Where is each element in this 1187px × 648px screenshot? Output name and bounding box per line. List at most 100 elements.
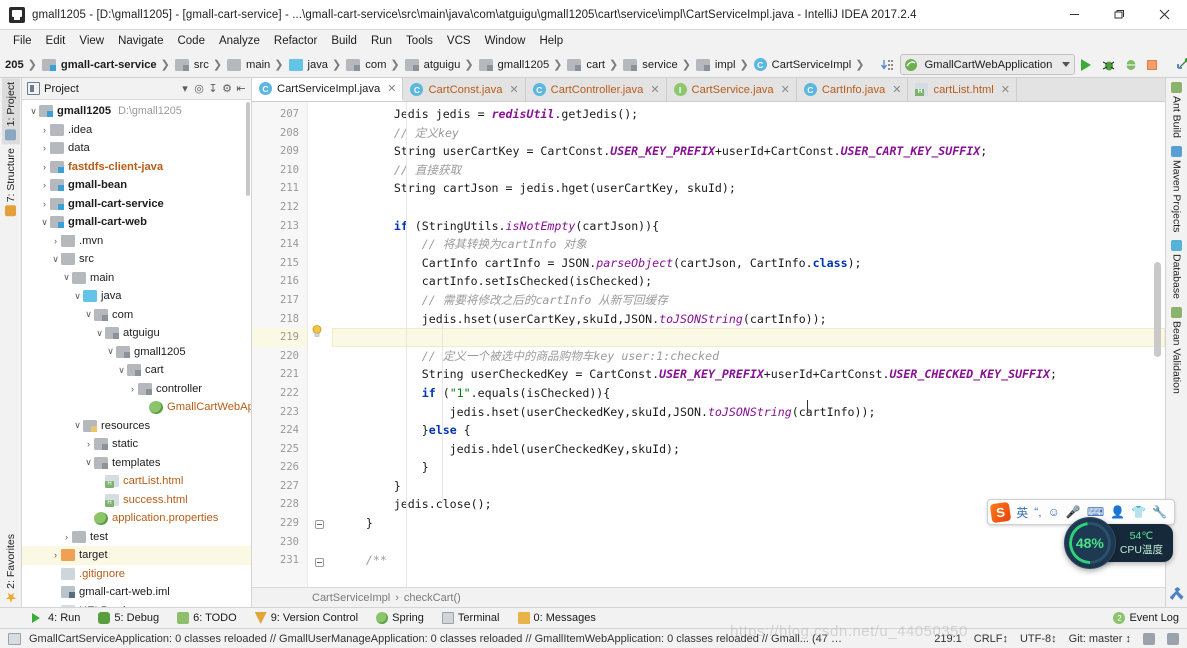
editor-vertical-scrollbar[interactable] — [1154, 262, 1161, 357]
breadcrumb-item-gmall1205[interactable]: gmall1205 ❯ — [478, 54, 567, 76]
breadcrumb-item-service[interactable]: service ❯ — [622, 54, 695, 76]
breadcrumb-item-atguigu[interactable]: atguigu ❯ — [404, 54, 478, 76]
code-line[interactable]: jedis.hset(userCartKey,skuId,JSON.toJSON… — [332, 310, 1165, 329]
tree-node-help-md[interactable]: HELP.md — [22, 602, 251, 607]
code-line[interactable]: Jedis jedis = redisUtil.getJedis(); — [332, 105, 1165, 124]
tree-node-controller[interactable]: › controller — [22, 380, 251, 399]
stop-button[interactable] — [1141, 54, 1163, 76]
chevron-right-icon[interactable]: › — [39, 125, 50, 135]
chevron-down-icon[interactable]: ▾ — [178, 82, 192, 96]
chevron-down-icon[interactable]: ∨ — [61, 272, 72, 283]
code-line[interactable]: // 将其转换为cartInfo 对象 — [332, 235, 1165, 254]
tree-node-main[interactable]: ∨ main — [22, 269, 251, 288]
tool-window-messages[interactable]: 0: Messages — [510, 611, 604, 625]
menu-vcs[interactable]: VCS — [440, 33, 478, 49]
tree-node-target[interactable]: › target — [22, 546, 251, 565]
chevron-down-icon[interactable]: ∨ — [94, 328, 105, 339]
tree-node-data[interactable]: › data — [22, 139, 251, 158]
tree-node-success-html[interactable]: success.html — [22, 491, 251, 510]
memory-indicator-icon[interactable] — [1167, 632, 1179, 645]
menu-edit[interactable]: Edit — [39, 33, 73, 49]
editor-tab-cartservice-java[interactable]: I CartService.java ✕ — [666, 78, 797, 101]
close-button[interactable] — [1142, 0, 1187, 30]
code-line[interactable]: String userCheckedKey = CartConst.USER_K… — [332, 365, 1165, 384]
lock-icon[interactable] — [1143, 632, 1155, 645]
chevron-right-icon[interactable]: › — [39, 162, 50, 172]
code-line[interactable]: // 定义一个被选中的商品购物车key user:1:checked — [332, 347, 1165, 366]
chevron-down-icon[interactable]: ∨ — [83, 457, 94, 468]
sogou-logo-icon[interactable]: S — [990, 501, 1012, 523]
chevron-down-icon[interactable]: ∨ — [116, 365, 127, 376]
menu-help[interactable]: Help — [532, 33, 570, 49]
chevron-down-icon[interactable]: ∨ — [83, 309, 94, 320]
tool-tab-maven-projects[interactable]: Maven Projects — [1168, 142, 1186, 236]
gear-icon[interactable]: ⚙ — [220, 82, 234, 96]
breadcrumb-item-src[interactable]: src ❯ — [174, 54, 226, 76]
breadcrumb-item-cartserviceimpl[interactable]: C CartServiceImpl ❯ — [753, 54, 869, 76]
code-fold-toggle[interactable] — [315, 520, 324, 529]
close-icon[interactable]: ✕ — [1001, 83, 1010, 96]
ime-emoji-icon[interactable]: ☺ — [1048, 505, 1060, 519]
menu-tools[interactable]: Tools — [399, 33, 440, 49]
tree-node-gmall1205[interactable]: ∨ gmall1205 D:\gmall1205 — [22, 102, 251, 121]
status-message-icon[interactable] — [8, 632, 21, 645]
close-icon[interactable]: ✕ — [781, 83, 790, 96]
tree-node-gmall-cart-web-iml[interactable]: gmall-cart-web.iml — [22, 583, 251, 602]
tree-node-test[interactable]: › test — [22, 528, 251, 547]
menu-file[interactable]: File — [6, 33, 39, 49]
chevron-right-icon[interactable]: › — [39, 143, 50, 153]
tree-node-cart[interactable]: ∨ cart — [22, 361, 251, 380]
breadcrumb-item-cart[interactable]: cart ❯ — [566, 54, 622, 76]
tool-window-spring[interactable]: Spring — [368, 611, 432, 625]
ime-punctuation-icon[interactable]: “, — [1034, 505, 1041, 519]
code-line[interactable]: } — [332, 458, 1165, 477]
chevron-right-icon[interactable]: › — [39, 199, 50, 209]
code-line[interactable]: // 需要将修改之后的cartInfo 从新写回缓存 — [332, 291, 1165, 310]
tree-node-static[interactable]: › static — [22, 435, 251, 454]
tool-window-todo[interactable]: 6: TODO — [169, 611, 245, 625]
breadcrumb-item-main[interactable]: main ❯ — [226, 54, 287, 76]
chevron-down-icon[interactable]: ∨ — [39, 217, 50, 228]
tool-tab-settings[interactable] — [1169, 587, 1184, 607]
breadcrumb-item-java[interactable]: java ❯ — [288, 54, 346, 76]
menu-build[interactable]: Build — [324, 33, 364, 49]
chevron-down-icon[interactable]: ∨ — [105, 346, 116, 357]
editor-tab-cartserviceimpl-java[interactable]: C CartServiceImpl.java ✕ — [252, 78, 404, 101]
code-line[interactable]: if ("1".equals(isChecked)){ — [332, 384, 1165, 403]
editor-tab-cartconst-java[interactable]: C CartConst.java ✕ — [403, 78, 526, 101]
tool-window-run[interactable]: 4: Run — [24, 611, 88, 625]
menu-run[interactable]: Run — [364, 33, 399, 49]
menu-navigate[interactable]: Navigate — [111, 33, 170, 49]
tree-node--gitignore[interactable]: .gitignore — [22, 565, 251, 584]
editor-tab-cartinfo-java[interactable]: C CartInfo.java ✕ — [796, 78, 909, 101]
breadcrumb-item-gmall-cart-service[interactable]: gmall-cart-service ❯ — [41, 54, 174, 76]
chevron-right-icon[interactable]: › — [61, 532, 72, 542]
editor-tab-cartlist-html[interactable]: cartList.html ✕ — [908, 78, 1018, 101]
git-branch[interactable]: Git: master ↕ — [1069, 633, 1131, 645]
tree-node--idea[interactable]: › .idea — [22, 121, 251, 140]
tool-tab-project[interactable]: 1: Project — [1, 78, 20, 145]
tree-node-resources[interactable]: ∨ resources — [22, 417, 251, 436]
menu-analyze[interactable]: Analyze — [212, 33, 267, 49]
caret-position[interactable]: 219:1 — [934, 633, 962, 645]
breadcrumb-item-com[interactable]: com ❯ — [345, 54, 403, 76]
chevron-right-icon[interactable]: › — [50, 550, 61, 560]
breadcrumb-method[interactable]: checkCart() — [404, 592, 461, 604]
code-line[interactable]: }else { — [332, 421, 1165, 440]
run-with-coverage-button[interactable] — [1119, 54, 1141, 76]
breadcrumb-item-impl[interactable]: impl ❯ — [695, 54, 753, 76]
code-line[interactable]: if (StringUtils.isNotEmpty(cartJson)){ — [332, 217, 1165, 236]
tree-node-atguigu[interactable]: ∨ atguigu — [22, 324, 251, 343]
update-project-icon[interactable] — [1171, 54, 1187, 76]
project-tree[interactable]: ∨ gmall1205 D:\gmall1205 › .idea › data › fastdf… — [22, 100, 251, 607]
editor-tab-cartcontroller-java[interactable]: C CartController.java ✕ — [525, 78, 667, 101]
hide-panel-icon[interactable]: ⇤ — [234, 82, 248, 96]
tree-node-gmall-cart-service[interactable]: › gmall-cart-service — [22, 195, 251, 214]
chevron-down-icon[interactable]: ∨ — [28, 106, 39, 117]
code-line[interactable]: CartInfo cartInfo = JSON.parseObject(car… — [332, 254, 1165, 273]
menu-refactor[interactable]: Refactor — [267, 33, 324, 49]
code-line[interactable]: // 直接获取 — [332, 161, 1165, 180]
close-icon[interactable]: ✕ — [892, 83, 901, 96]
intention-bulb-icon[interactable] — [310, 324, 324, 338]
tree-node-templates[interactable]: ∨ templates — [22, 454, 251, 473]
